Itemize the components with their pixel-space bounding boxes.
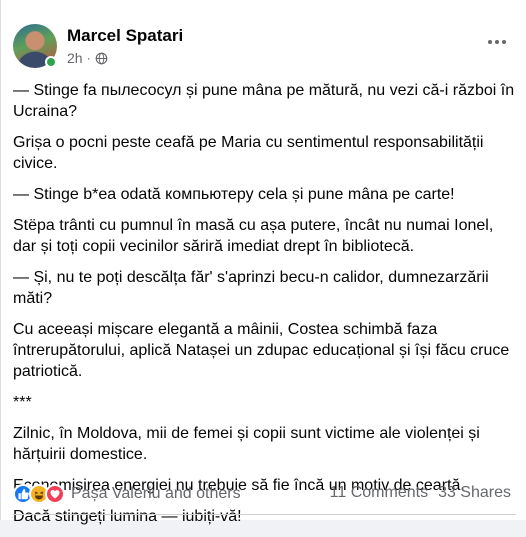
engagement-counts: 11 Comments 33 Shares — [330, 484, 511, 502]
post-paragraph: Grișa o pocni peste ceafă pe Maria cu se… — [13, 134, 484, 172]
post-time[interactable]: 2h — [67, 50, 83, 66]
more-dot-icon — [488, 40, 492, 44]
online-status-dot — [45, 56, 57, 68]
post-meta: 2h · — [67, 50, 108, 66]
post-paragraph: Dacă stingeți lumina — iubiți-vă! — [13, 508, 242, 525]
post-body: — Stinge fa пылесосул și pune mâna pe mă… — [13, 80, 517, 537]
meta-separator: · — [86, 51, 91, 65]
love-icon — [45, 484, 65, 504]
post-paragraph: *** — [13, 394, 32, 411]
post-header: Marcel Spatari 2h · — [13, 20, 517, 68]
more-dot-icon — [502, 40, 506, 44]
post-paragraph: Stëpa trânti cu pumnul în masă cu așa pu… — [13, 217, 494, 255]
post-card: Marcel Spatari 2h · — Stinge fa пылесосу… — [0, 0, 526, 525]
more-dot-icon — [495, 40, 499, 44]
post-paragraph: Zilnic, în Moldova, mii de femei și copi… — [13, 425, 480, 463]
post-paragraph: — Stinge fa пылесосул și pune mâna pe mă… — [13, 82, 515, 120]
reacted-by-text[interactable]: Pașa Valeriu and others — [71, 485, 241, 503]
reactions-summary[interactable]: Pașa Valeriu and others — [13, 484, 241, 504]
post-footer: Pașa Valeriu and others 11 Comments 33 S… — [13, 484, 517, 508]
post-paragraph: — Stinge b*ea odată компьютеру cela și p… — [13, 186, 455, 203]
globe-icon — [95, 52, 107, 64]
post-paragraph: Cu aceeași mișcare elegantă a mâinii, Co… — [13, 321, 510, 380]
shares-count-link[interactable]: 33 Shares — [438, 484, 511, 502]
post-paragraph: — Și, nu te poți descălța făr' s'aprinzi… — [13, 269, 489, 307]
author-name[interactable]: Marcel Spatari — [67, 26, 183, 46]
comments-count-link[interactable]: 11 Comments — [330, 484, 428, 502]
footer-divider — [13, 514, 516, 515]
more-options-button[interactable] — [483, 30, 511, 54]
